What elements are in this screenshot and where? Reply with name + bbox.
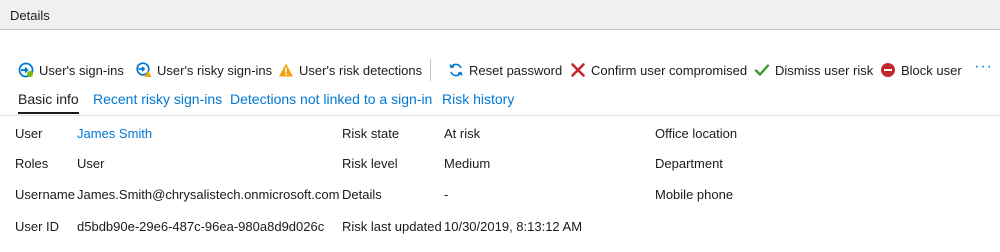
roles-label: Roles [15,156,49,171]
tab-basic-info[interactable]: Basic info [18,91,79,114]
refresh-icon [448,62,464,78]
dismiss-user-risk-label: Dismiss user risk [775,62,874,78]
risk-last-updated-label: Risk last updated [342,219,442,234]
toolbar-divider [430,59,431,81]
user-signins-label: User's sign-ins [39,62,124,78]
reset-password-button[interactable]: Reset password [448,58,562,82]
office-location-label: Office location [655,126,738,141]
roles-value: User [77,156,105,171]
block-icon [880,62,896,78]
confirm-user-compromised-button[interactable]: Confirm user compromised [570,58,747,82]
risk-level-value: Medium [444,156,491,171]
details-tabs: Basic info Recent risky sign-ins Detecti… [0,89,1000,116]
signin-icon [18,62,34,78]
confirm-user-compromised-label: Confirm user compromised [591,62,748,78]
risk-level-label: Risk level [342,156,398,171]
risky-signin-icon [136,62,152,78]
risk-last-updated-value: 10/30/2019, 8:13:12 AM [444,219,583,234]
user-risky-signins-button[interactable]: User's risky sign-ins [136,58,272,82]
tab-detections-not-linked[interactable]: Detections not linked to a sign-in [230,91,432,107]
dismiss-user-risk-button[interactable]: Dismiss user risk [754,58,873,82]
risk-state-value: At risk [444,126,481,141]
user-id-label: User ID [15,219,60,234]
details-header: Details [0,0,1000,30]
page-title: Details [10,8,50,23]
tab-recent-risky-signins[interactable]: Recent risky sign-ins [93,91,222,107]
user-link[interactable]: James Smith [77,126,152,141]
user-signins-button[interactable]: User's sign-ins [18,58,124,82]
risk-state-label: Risk state [342,126,400,141]
details-value: - [444,187,449,202]
x-icon [570,62,586,78]
mobile-phone-label: Mobile phone [655,187,734,202]
block-user-label: Block user [901,62,962,78]
user-risk-detections-button[interactable]: User's risk detections [278,58,422,82]
username-value: James.Smith@chrysalistech.onmicrosoft.co… [77,187,340,202]
details-label: Details [342,187,382,202]
user-label: User [15,126,43,141]
user-id-value: d5bdb90e-29e6-487c-96ea-980a8d9d026c [77,219,325,234]
user-risky-signins-label: User's risky sign-ins [157,62,273,78]
more-icon[interactable]: ··· [974,58,993,82]
department-label: Department [655,156,723,171]
block-user-button[interactable]: Block user [880,58,962,82]
checkmark-icon [754,62,770,78]
user-risk-detections-label: User's risk detections [299,62,423,78]
tab-risk-history[interactable]: Risk history [442,91,514,107]
reset-password-label: Reset password [469,62,563,78]
warning-icon [278,62,294,78]
command-toolbar: User's sign-ins User's risky sign-ins Us… [0,58,1000,82]
username-label: Username [15,187,75,202]
